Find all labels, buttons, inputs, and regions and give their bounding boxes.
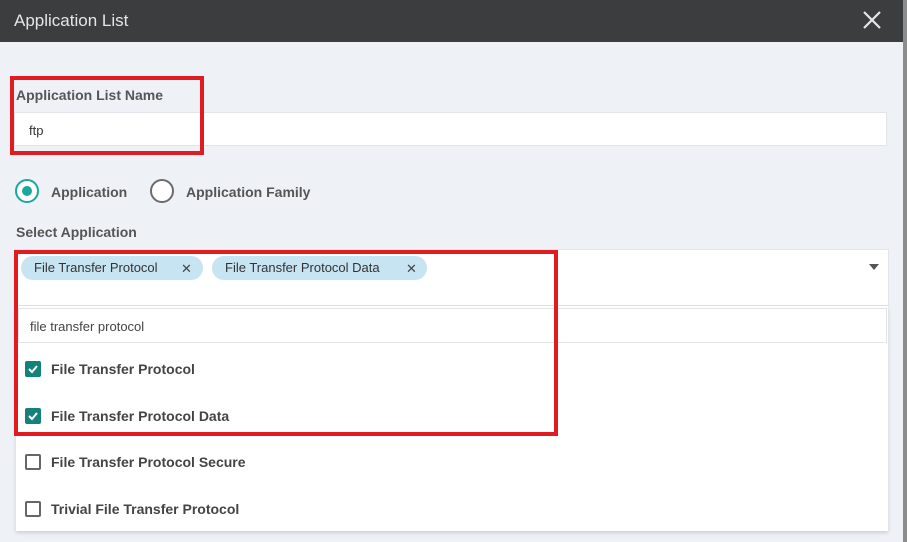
name-input[interactable]: ftp: [14, 112, 887, 146]
select-application-label: Select Application: [16, 224, 137, 240]
dialog-titlebar: Application List: [0, 0, 903, 42]
application-list-dialog: Application List Application List Name f…: [0, 0, 903, 542]
radio-application-family-label[interactable]: Application Family: [186, 184, 310, 200]
chip-label: File Transfer Protocol: [34, 260, 158, 275]
radio-application-label[interactable]: Application: [51, 184, 127, 200]
caret-down-icon[interactable]: [869, 264, 879, 270]
checkbox-checked-icon[interactable]: [25, 408, 41, 424]
name-label: Application List Name: [16, 87, 164, 103]
checkbox-unchecked-icon[interactable]: [25, 501, 41, 517]
checkbox-unchecked-icon[interactable]: [25, 454, 41, 470]
option-file-transfer-protocol[interactable]: File Transfer Protocol: [16, 349, 886, 389]
chip-file-transfer-protocol-data: File Transfer Protocol Data ✕: [212, 256, 427, 280]
dialog-title: Application List: [14, 11, 129, 30]
close-icon[interactable]: ✕: [406, 261, 417, 277]
option-label: File Transfer Protocol: [51, 361, 195, 377]
option-file-transfer-protocol-secure[interactable]: File Transfer Protocol Secure: [16, 442, 886, 482]
option-label: File Transfer Protocol Secure: [51, 454, 246, 470]
checkbox-checked-icon[interactable]: [25, 361, 41, 377]
close-icon[interactable]: ✕: [181, 261, 192, 277]
close-icon[interactable]: [858, 6, 886, 34]
chip-label: File Transfer Protocol Data: [225, 260, 380, 275]
radio-application-family[interactable]: [150, 179, 174, 203]
option-label: File Transfer Protocol Data: [51, 408, 230, 424]
radio-application[interactable]: [15, 179, 39, 203]
backdrop-edge: [903, 0, 907, 542]
chip-file-transfer-protocol: File Transfer Protocol ✕: [21, 256, 203, 280]
option-trivial-file-transfer-protocol[interactable]: Trivial File Transfer Protocol: [16, 489, 886, 529]
option-file-transfer-protocol-data[interactable]: File Transfer Protocol Data: [16, 396, 886, 436]
option-label: Trivial File Transfer Protocol: [51, 501, 240, 517]
dropdown-search-input[interactable]: file transfer protocol: [18, 308, 887, 343]
